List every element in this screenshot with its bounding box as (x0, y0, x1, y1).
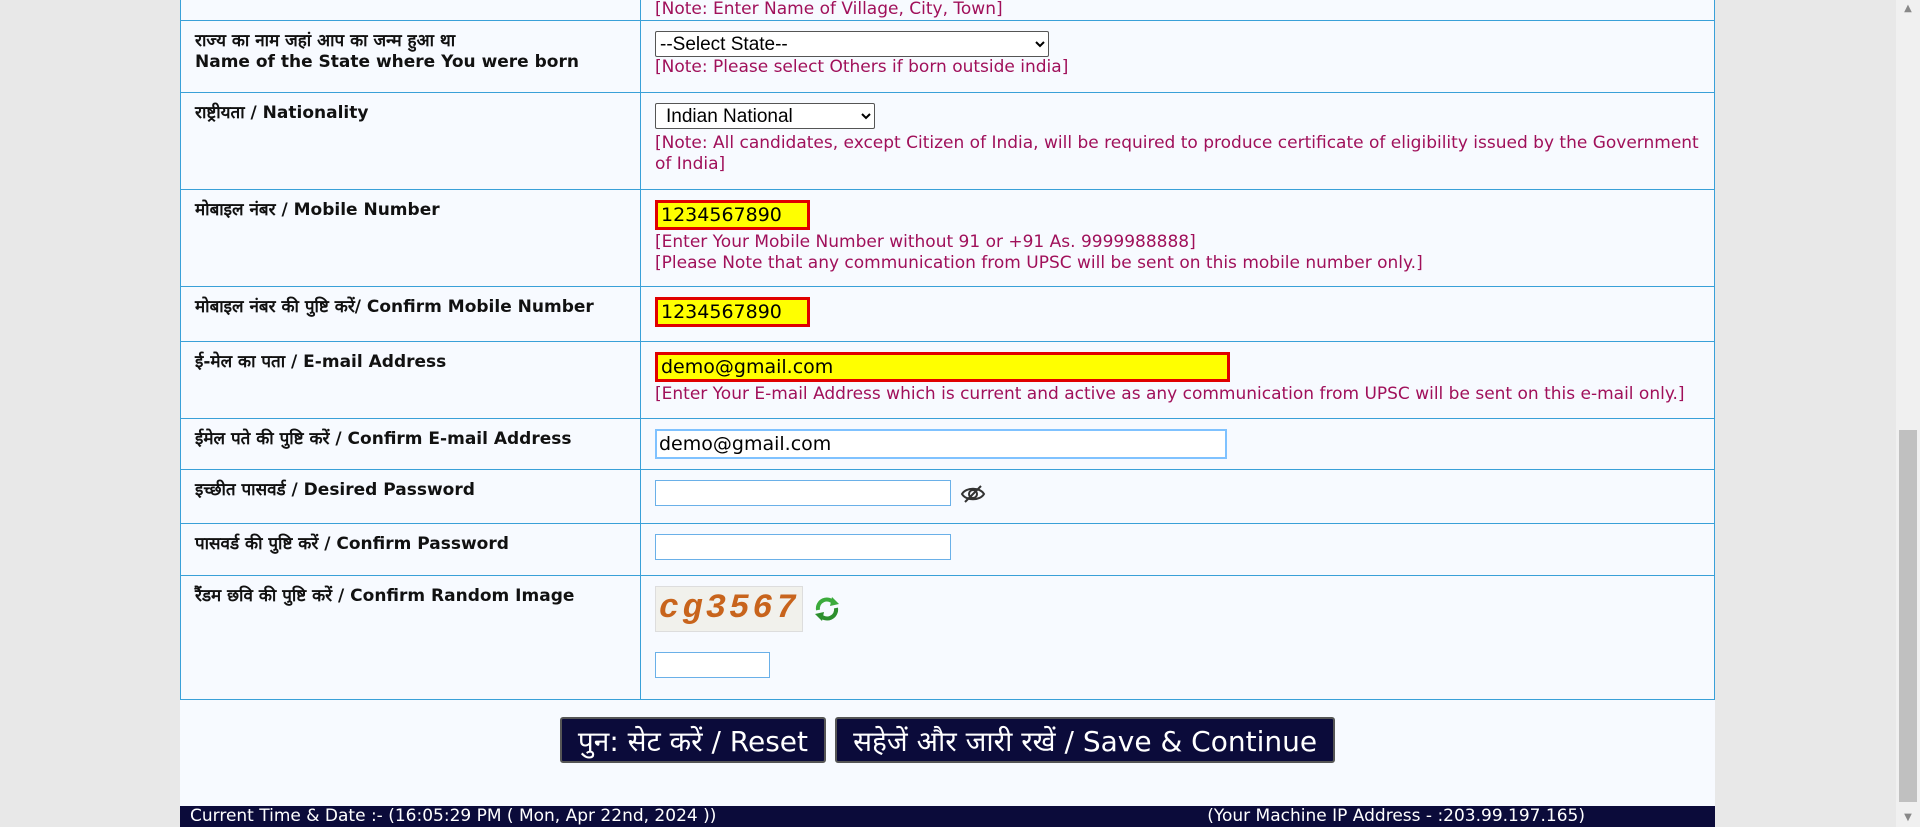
captcha-row: रैंडम छवि की पुष्टि करें / Confirm Rando… (180, 575, 1715, 700)
place-of-birth-note: [Note: Enter Name of Village, City, Town… (655, 0, 1003, 19)
captcha-input[interactable] (655, 652, 770, 678)
reset-button[interactable]: पुन: सेट करें / Reset (559, 717, 827, 763)
email-note: [Enter Your E-mail Address which is curr… (655, 384, 1685, 404)
confirm-mobile-input[interactable] (655, 297, 810, 327)
nationality-select[interactable]: Indian National (655, 103, 875, 129)
status-footer: Current Time & Date :- (16:05:29 PM ( Mo… (180, 806, 1715, 827)
machine-ip: (Your Machine IP Address - :203.99.197.1… (1207, 806, 1585, 826)
nationality-row: राष्ट्रीयता / Nationality Indian Nationa… (180, 92, 1715, 190)
scroll-down-icon[interactable]: ▼ (1896, 809, 1920, 827)
email-input[interactable] (655, 352, 1230, 382)
confirm-password-row: पासवर्ड की पुष्टि करें / Confirm Passwor… (180, 523, 1715, 576)
confirm-email-label: ईमेल पते की पुष्टि करें / Confirm E-mail… (195, 429, 572, 449)
nationality-note: [Note: All candidates, except Citizen of… (655, 133, 1699, 174)
button-bar: पुन: सेट करें / Reset सहेजें और जारी रखे… (180, 717, 1715, 763)
password-row: इच्छीत पासवर्ड / Desired Password (180, 469, 1715, 524)
confirm-email-input[interactable] (655, 429, 1227, 459)
state-label-hindi: राज्य का नाम जहां आप का जन्म हुआ था (195, 31, 456, 51)
confirm-password-label: पासवर्ड की पुष्टि करें / Confirm Passwor… (195, 534, 509, 554)
form-page: [Note: Enter Name of Village, City, Town… (180, 0, 1715, 827)
email-label: ई-मेल का पता / E-mail Address (195, 352, 447, 372)
state-select[interactable]: --Select State-- (655, 31, 1049, 57)
scrollbar-thumb[interactable] (1899, 430, 1917, 802)
password-input[interactable] (655, 480, 951, 506)
eye-slash-icon[interactable] (960, 483, 986, 505)
email-row: ई-मेल का पता / E-mail Address [Enter You… (180, 341, 1715, 419)
save-continue-button[interactable]: सहेजें और जारी रखें / Save & Continue (835, 717, 1336, 763)
confirm-password-input[interactable] (655, 534, 951, 560)
table-row: [Note: Enter Name of Village, City, Town… (180, 0, 1715, 21)
mobile-label: मोबाइल नंबर / Mobile Number (195, 200, 440, 220)
mobile-note-communication: [Please Note that any communication from… (655, 253, 1423, 273)
mobile-note-format: [Enter Your Mobile Number without 91 or … (655, 232, 1196, 252)
scroll-up-icon[interactable]: ▲ (1896, 0, 1920, 18)
confirm-mobile-row: मोबाइल नंबर की पुष्टि करें/ Confirm Mobi… (180, 286, 1715, 342)
vertical-scrollbar[interactable]: ▲ ▼ (1896, 0, 1920, 827)
state-row: राज्य का नाम जहां आप का जन्म हुआ था Name… (180, 20, 1715, 93)
registration-form-table: [Note: Enter Name of Village, City, Town… (180, 0, 1715, 700)
mobile-row: मोबाइल नंबर / Mobile Number [Enter Your … (180, 189, 1715, 287)
state-note: [Note: Please select Others if born outs… (655, 57, 1069, 77)
confirm-mobile-label: मोबाइल नंबर की पुष्टि करें/ Confirm Mobi… (195, 297, 594, 317)
captcha-label: रैंडम छवि की पुष्टि करें / Confirm Rando… (195, 586, 575, 606)
mobile-input[interactable] (655, 200, 810, 230)
current-time: Current Time & Date :- (16:05:29 PM ( Mo… (190, 806, 717, 826)
refresh-icon[interactable] (812, 594, 842, 624)
captcha-image: cg3567 (655, 586, 803, 632)
confirm-email-row: ईमेल पते की पुष्टि करें / Confirm E-mail… (180, 418, 1715, 470)
state-label-english: Name of the State where You were born (195, 52, 579, 72)
password-label: इच्छीत पासवर्ड / Desired Password (195, 480, 475, 500)
nationality-label: राष्ट्रीयता / Nationality (195, 103, 369, 123)
